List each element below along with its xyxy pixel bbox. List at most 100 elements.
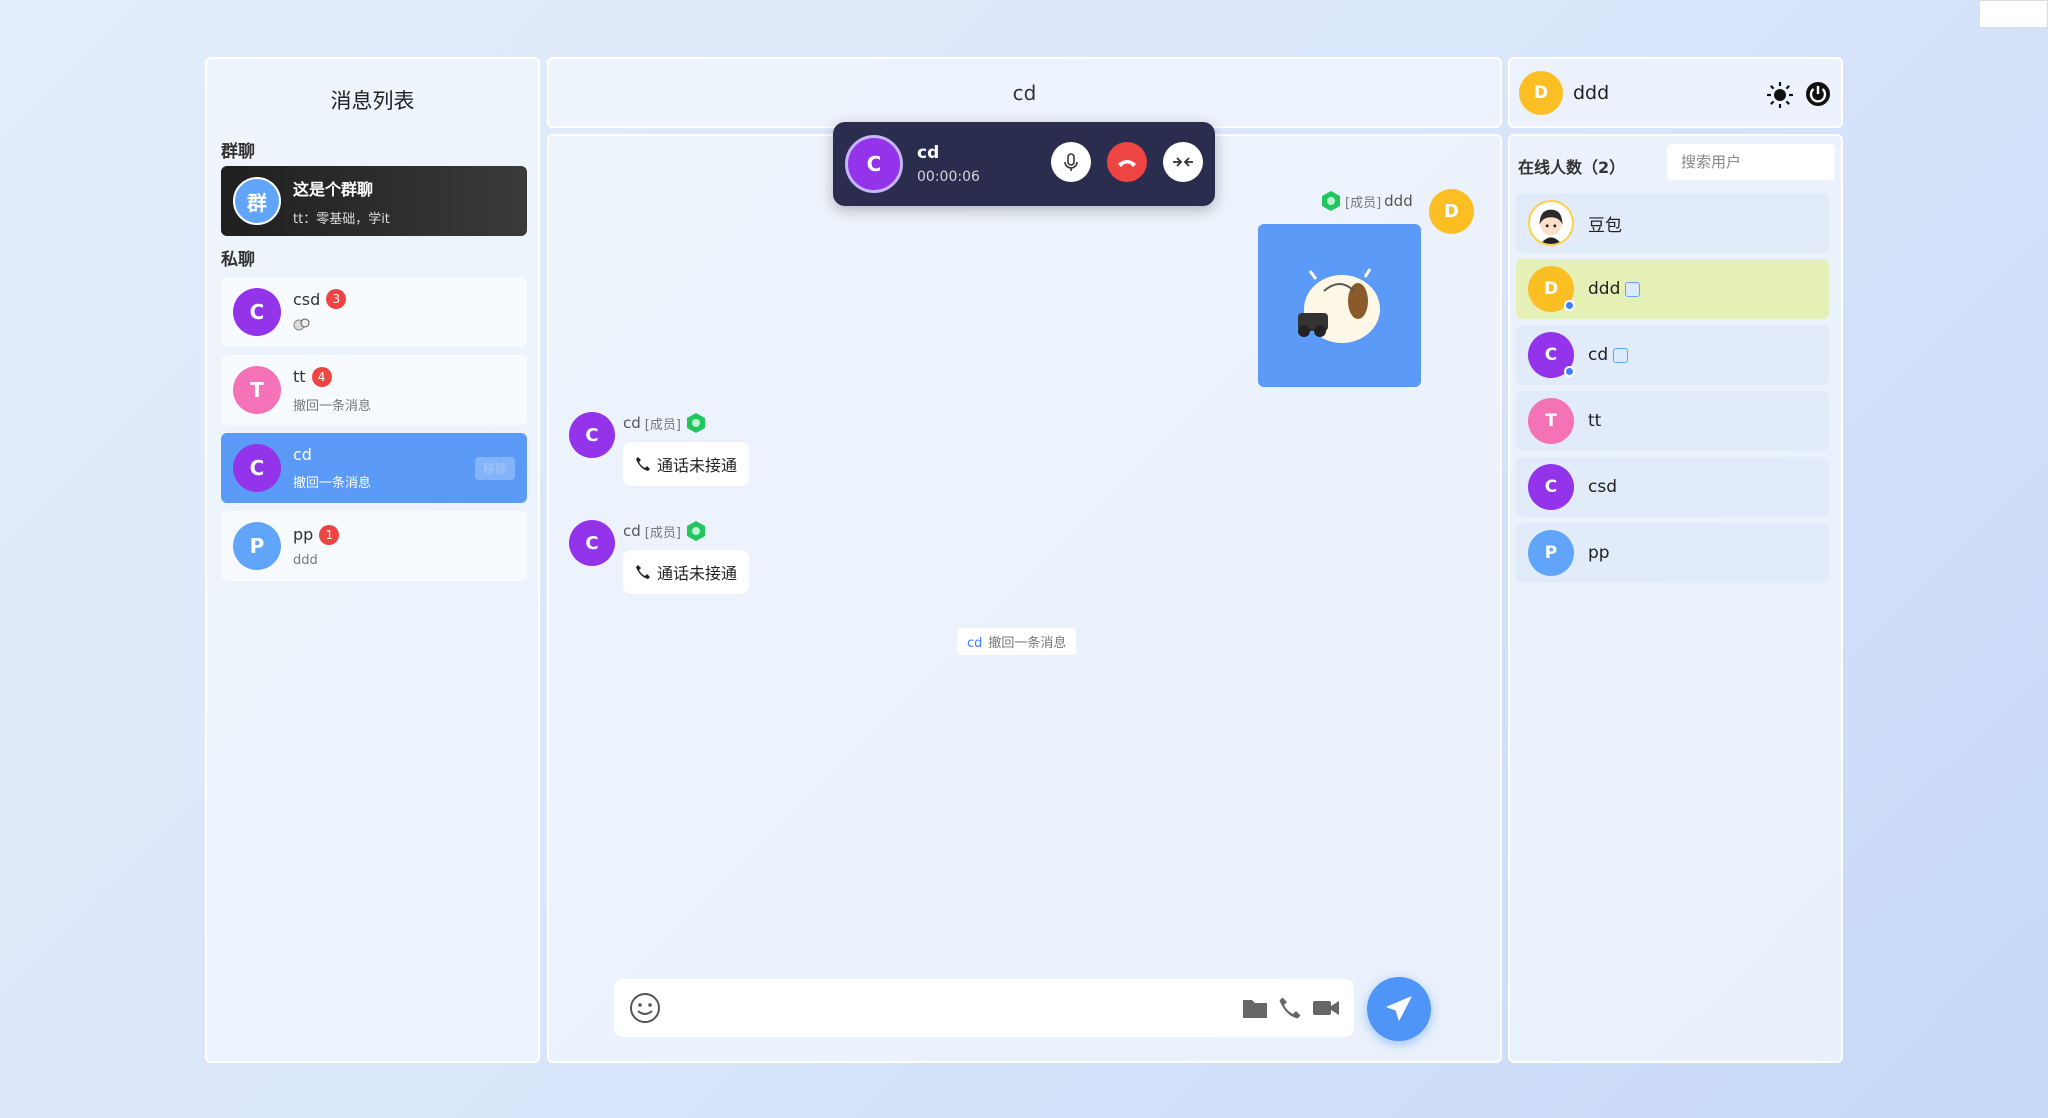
chat-avatar: C	[233, 288, 281, 336]
message-row: C cd [成员] 通话未接通	[569, 520, 750, 594]
chat-name: csd	[293, 289, 321, 309]
hang-up-button[interactable]	[1107, 142, 1147, 182]
chat-name: cd	[293, 445, 312, 464]
online-dot	[1564, 366, 1575, 377]
sender-name: cd	[623, 522, 641, 540]
sender-role: [成员]	[644, 525, 681, 541]
my-name: ddd	[1384, 192, 1413, 210]
send-button[interactable]	[1367, 977, 1431, 1041]
user-name: 豆包	[1588, 215, 1622, 236]
member-badge-icon	[1322, 191, 1340, 211]
user-name: cd	[1588, 345, 1609, 365]
user-name: csd	[1588, 477, 1617, 497]
chat-avatar: P	[233, 522, 281, 570]
search-users-input[interactable]	[1667, 144, 1835, 180]
remove-chat-button[interactable]: 移除	[474, 457, 515, 480]
call-name: cd	[917, 143, 940, 163]
theme-toggle-icon[interactable]	[1766, 81, 1794, 109]
user-avatar: C	[1528, 332, 1575, 378]
sender-avatar: C	[569, 520, 615, 566]
user-item-csd[interactable]: C csd	[1516, 457, 1829, 517]
paper-plane-icon	[1386, 996, 1412, 1021]
online-dot	[1564, 300, 1575, 311]
message-bubble[interactable]: 通话未接通	[623, 442, 750, 486]
message-bubble[interactable]: 通话未接通	[623, 550, 750, 594]
user-name: ddd	[1588, 279, 1621, 299]
message-input[interactable]	[662, 979, 1242, 1037]
current-user-name: ddd	[1573, 81, 1610, 104]
user-avatar: C	[1528, 464, 1574, 510]
voice-call-icon[interactable]	[1278, 996, 1302, 1020]
emoji-icon[interactable]	[628, 991, 662, 1025]
recall-user: cd	[967, 636, 983, 651]
chat-last-message: 撤回一条消息	[293, 398, 372, 414]
sticker-image[interactable]	[1258, 224, 1421, 387]
user-header: D ddd	[1508, 57, 1843, 128]
message-text: 通话未接通	[657, 456, 738, 475]
call-avatar: C	[845, 135, 903, 193]
chat-avatar: T	[233, 366, 281, 414]
video-call-icon[interactable]	[1312, 998, 1340, 1018]
chat-avatar: C	[233, 444, 281, 492]
phone-icon	[636, 565, 650, 579]
user-name: tt	[1588, 411, 1602, 431]
sender-avatar: C	[569, 412, 615, 458]
chat-item-cd[interactable]: C cd 撤回一条消息 移除	[221, 433, 527, 503]
group-last-message: tt：零基础，学it	[293, 211, 390, 227]
doubao-avatar	[1528, 200, 1574, 246]
member-badge-icon	[686, 521, 705, 541]
recall-notice: cd 撤回一条消息	[957, 628, 1077, 655]
user-name: pp	[1588, 543, 1610, 563]
user-item-ddd[interactable]: D ddd	[1516, 259, 1829, 319]
collapse-arrows-icon	[1173, 157, 1193, 167]
phone-icon	[636, 457, 650, 471]
device-icon	[1613, 347, 1629, 363]
chat-header: cd	[547, 57, 1502, 128]
my-message-meta: [成员] ddd	[1320, 190, 1413, 212]
folder-icon[interactable]	[1242, 997, 1268, 1019]
user-avatar-letter: C	[1544, 345, 1558, 365]
user-item-pp[interactable]: P pp	[1516, 523, 1829, 583]
microphone-icon	[1064, 153, 1078, 171]
user-avatar: P	[1528, 530, 1574, 576]
chat-last-message: 撤回一条消息	[293, 476, 372, 491]
my-avatar: D	[1429, 189, 1474, 234]
current-user-avatar[interactable]: D	[1519, 70, 1563, 115]
user-item-cd[interactable]: C cd	[1516, 325, 1829, 385]
chat-item-pp[interactable]: P pp 1 ddd	[221, 511, 527, 581]
sticker-preview-icon	[293, 317, 346, 335]
user-avatar: D	[1528, 266, 1575, 312]
private-section-label: 私聊	[221, 250, 255, 270]
my-role: [成员]	[1345, 195, 1382, 211]
user-item-tt[interactable]: T tt	[1516, 391, 1829, 451]
group-avatar: 群	[233, 177, 281, 225]
sticker-character-icon	[1297, 267, 1380, 343]
conversation-list-panel: 消息列表 群聊 群 这是个群聊 tt：零基础，学it 私聊 C csd 3 T t…	[205, 57, 540, 1063]
message-text: 通话未接通	[657, 564, 738, 583]
chat-name: tt	[293, 367, 306, 386]
chat-item-tt[interactable]: T tt 4 撤回一条消息	[221, 355, 527, 425]
user-avatar-letter: D	[1543, 279, 1559, 299]
sender-name: cd	[623, 414, 641, 432]
message-row: C cd [成员] 通话未接通	[569, 412, 750, 486]
message-input-bar	[614, 979, 1354, 1037]
chat-item-csd[interactable]: C csd 3	[221, 277, 527, 347]
group-section-label: 群聊	[221, 142, 255, 162]
user-avatar: T	[1528, 398, 1574, 444]
chat-name: pp	[293, 525, 314, 544]
mute-button[interactable]	[1051, 142, 1091, 182]
member-badge-icon	[686, 413, 705, 433]
unread-badge: 1	[319, 524, 340, 545]
unread-badge: 3	[326, 289, 347, 309]
chat-last-message: ddd	[293, 552, 318, 568]
online-count-label: 在线人数（2）	[1518, 158, 1626, 177]
online-users-panel: 在线人数（2） 豆包 D ddd C cd T tt C csd P pp	[1508, 134, 1843, 1063]
power-icon[interactable]	[1804, 80, 1832, 108]
recall-text: 撤回一条消息	[988, 636, 1067, 651]
minimize-call-button[interactable]	[1163, 142, 1203, 182]
user-item-doubao[interactable]: 豆包	[1516, 193, 1829, 253]
call-duration: 00:00:06	[917, 169, 980, 185]
group-chat-item[interactable]: 群 这是个群聊 tt：零基础，学it	[221, 166, 527, 236]
call-overlay: C cd 00:00:06	[833, 122, 1215, 206]
group-name: 这是个群聊	[293, 179, 374, 199]
